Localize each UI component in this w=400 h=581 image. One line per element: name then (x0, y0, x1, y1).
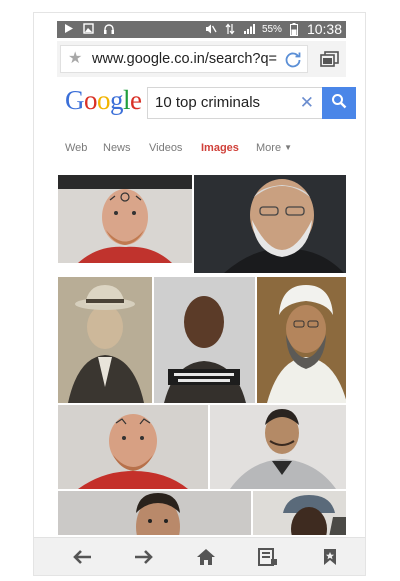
gallery-icon (82, 22, 95, 35)
url-text[interactable]: www.google.co.in/search?q= (92, 51, 284, 67)
search-box[interactable]: 10 top criminals ✕ (147, 87, 323, 119)
browser-bottom-bar (34, 537, 365, 575)
image-result[interactable] (154, 277, 255, 403)
image-result[interactable] (58, 277, 152, 403)
browser-toolbar: ★ www.google.co.in/search?q= (57, 41, 346, 77)
tab-videos[interactable]: Videos (149, 142, 182, 154)
image-result[interactable] (253, 491, 346, 535)
search-input[interactable]: 10 top criminals (155, 94, 260, 111)
search-tabs: Web News Videos Images More ▼ (57, 128, 346, 168)
battery-percent: 55% (261, 23, 282, 35)
data-arrows-icon (224, 23, 237, 36)
phone-screen: 55% 10:38 ★ www.google.co.in/search?q= G… (34, 13, 365, 575)
headphones-icon (102, 22, 115, 35)
play-icon (62, 22, 75, 35)
chevron-down-icon: ▼ (284, 143, 292, 152)
forward-icon[interactable] (131, 546, 157, 568)
star-icon[interactable]: ★ (68, 51, 82, 67)
image-result[interactable] (58, 405, 208, 489)
home-icon[interactable] (193, 546, 219, 568)
status-bar: 55% 10:38 (57, 21, 346, 38)
image-result[interactable] (257, 277, 346, 403)
search-button[interactable] (322, 87, 356, 119)
logo-letter: o (97, 85, 111, 115)
tab-web[interactable]: Web (65, 142, 87, 154)
address-bar[interactable]: ★ www.google.co.in/search?q= (60, 45, 308, 73)
back-icon[interactable] (69, 546, 95, 568)
battery-icon (288, 22, 301, 36)
logo-letter: o (84, 85, 98, 115)
bookmark-icon[interactable] (317, 546, 343, 568)
image-result[interactable] (194, 175, 346, 273)
tab-news[interactable]: News (103, 142, 131, 154)
logo-letter: l (123, 85, 131, 115)
logo-letter: G (65, 85, 85, 115)
logo-letter: e (130, 85, 142, 115)
tab-more[interactable]: More ▼ (256, 142, 292, 154)
clear-icon[interactable]: ✕ (300, 93, 314, 113)
tab-more-label: More (256, 142, 282, 154)
tab-images[interactable]: Images (201, 142, 239, 154)
tabs-icon[interactable] (320, 51, 340, 72)
mute-icon (205, 23, 218, 36)
google-header: Google 10 top criminals ✕ (57, 83, 356, 125)
image-results-grid (57, 163, 346, 535)
clock: 10:38 (306, 21, 342, 37)
search-icon (331, 93, 347, 114)
logo-letter: g (110, 85, 124, 115)
signal-icon (243, 23, 256, 36)
reload-icon[interactable] (283, 50, 303, 75)
image-result[interactable] (58, 175, 192, 263)
image-result[interactable] (210, 405, 346, 489)
reading-list-icon[interactable] (255, 546, 281, 568)
google-logo[interactable]: Google (65, 85, 142, 116)
image-result[interactable] (58, 491, 251, 535)
